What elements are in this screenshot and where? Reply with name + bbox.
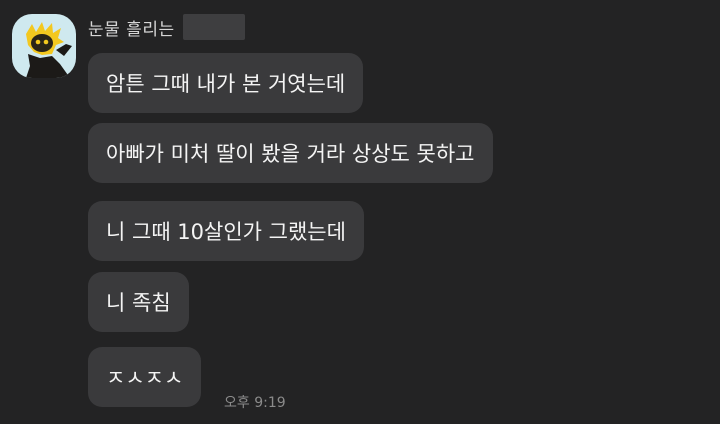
message-bubble[interactable]: 니 족침	[88, 272, 189, 332]
sender-name-text: 눈물 흘리는	[88, 19, 175, 40]
message-bubble[interactable]: ㅈㅅㅈㅅ	[88, 347, 202, 407]
message-text: 아빠가 미처 딸이 봤을 거라 상상도 못하고	[106, 142, 475, 166]
message-bubble[interactable]: 아빠가 미처 딸이 봤을 거라 상상도 못하고	[88, 123, 493, 183]
redacted-name	[182, 14, 245, 40]
message-text: 니 족침	[106, 291, 171, 315]
message-timestamp: 오후 9:19	[224, 395, 286, 411]
message-bubble[interactable]: 니 그때 10살인가 그랬는데	[88, 201, 364, 261]
message-text: 암튼 그때 내가 본 거엿는데	[106, 72, 346, 96]
message-text: ㅈㅅㅈㅅ	[106, 366, 184, 390]
message-bubble[interactable]: 암튼 그때 내가 본 거엿는데	[88, 53, 364, 113]
sender-name: 눈물 흘리는	[88, 14, 245, 40]
message-text: 니 그때 10살인가 그랬는데	[106, 220, 346, 244]
yellow-character-icon	[26, 22, 72, 78]
avatar[interactable]	[12, 14, 76, 78]
